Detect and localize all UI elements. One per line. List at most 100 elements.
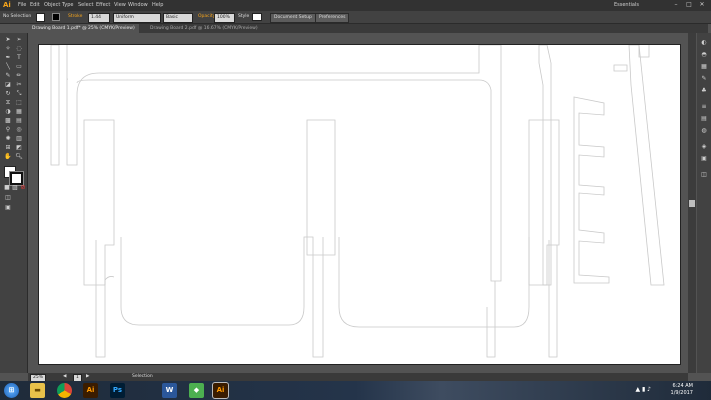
gradient-panel-icon[interactable]: ▤ xyxy=(700,115,708,122)
word-taskbar-icon[interactable]: W xyxy=(162,383,177,398)
stroke-label: Stroke xyxy=(68,14,83,19)
brush-definition-select[interactable]: Basic xyxy=(163,13,193,23)
blend-tool-icon[interactable]: ◎ xyxy=(15,127,23,133)
tray-network-icon[interactable]: ▲ ▮ ♪ xyxy=(635,386,651,393)
pen-tool-icon[interactable]: ✒ xyxy=(4,55,12,61)
color-mode-icon[interactable]: ■ xyxy=(3,185,11,191)
menu-view[interactable]: View xyxy=(114,2,126,9)
stroke-panel-icon[interactable]: ≡ xyxy=(700,103,708,110)
draw-mode-icon[interactable]: ◫ xyxy=(4,195,12,201)
part-top-frame xyxy=(66,44,502,282)
menu-select[interactable]: Select xyxy=(78,2,93,9)
graph-tool-icon[interactable]: ▥ xyxy=(15,136,23,142)
windows-start-icon[interactable]: ⊞ xyxy=(4,383,19,398)
paintbrush-icon[interactable]: ✎ xyxy=(4,73,12,79)
part-u-left xyxy=(95,236,324,358)
hand-tool-icon[interactable]: ✋ xyxy=(4,154,12,160)
transparency-panel-icon[interactable]: ◍ xyxy=(700,127,708,134)
magic-wand-icon[interactable]: ✧ xyxy=(4,46,12,52)
brushes-panel-icon[interactable]: ✎ xyxy=(700,75,708,82)
slice-tool-icon[interactable]: ◩ xyxy=(15,145,23,151)
variable-width-select[interactable]: Uniform xyxy=(113,13,161,23)
preferences-button[interactable]: Preferences xyxy=(315,13,350,23)
gradient-mode-icon[interactable]: ▨ xyxy=(11,185,19,191)
none-mode-icon[interactable]: ⊘ xyxy=(19,185,27,191)
current-tool-status: Selection xyxy=(132,374,153,379)
menu-file[interactable]: File xyxy=(18,2,26,9)
clock-time: 6:24 AM xyxy=(672,383,693,389)
color-guide-icon[interactable]: ◓ xyxy=(700,51,708,58)
color-panel-icon[interactable]: ◐ xyxy=(700,39,708,46)
style-label: Style xyxy=(238,14,250,19)
opacity-label: Opacity xyxy=(198,14,216,19)
maps-taskbar-icon[interactable]: ◆ xyxy=(189,383,204,398)
right-panel: ◐ ◓ ▦ ✎ ♣ ≡ ▤ ◍ ◈ ▣ ◫ xyxy=(697,33,711,373)
symbols-panel-icon[interactable]: ♣ xyxy=(700,87,708,94)
stroke-weight-field[interactable]: 1.44 pt xyxy=(88,13,110,28)
eraser-icon[interactable]: ◪ xyxy=(4,82,12,88)
artboard-nav-prev-icon[interactable]: ◀ xyxy=(63,373,66,381)
windows-taskbar: ⊞ ▬ Ai Ps W ◆ Ai ▲ ▮ ♪ 6:24 AM 1/9/2017 xyxy=(0,381,711,400)
clock-date: 1/9/2017 xyxy=(670,390,693,396)
document-tabs: Drawing Board 1.pdf* @ 25% (CMYK/Preview… xyxy=(28,24,708,33)
minimize-icon[interactable]: – xyxy=(671,1,681,9)
style-swatch[interactable] xyxy=(252,13,262,21)
part-column-1 xyxy=(83,119,115,286)
workspace-switcher[interactable]: Essentials xyxy=(614,2,639,8)
menu-bar: Ai File Edit Object Type Select Effect V… xyxy=(0,0,711,11)
type-tool-icon[interactable]: T xyxy=(15,55,23,61)
part-u-right xyxy=(338,237,558,358)
artwork-outlines xyxy=(50,44,665,358)
menu-edit[interactable]: Edit xyxy=(30,2,40,9)
screen-mode-icon[interactable]: ▣ xyxy=(4,205,12,211)
scissors-icon[interactable]: ✂ xyxy=(15,82,23,88)
appearance-panel-icon[interactable]: ◈ xyxy=(700,143,708,150)
mesh-tool-icon[interactable]: ▩ xyxy=(4,118,12,124)
menu-window[interactable]: Window xyxy=(128,2,148,9)
layers-panel-icon[interactable]: ◫ xyxy=(700,171,708,178)
scale-tool-icon[interactable]: ⤡ xyxy=(15,91,23,97)
fill-swatch[interactable] xyxy=(36,13,45,22)
pencil-icon[interactable]: ✏ xyxy=(15,73,23,79)
photoshop-taskbar-icon[interactable]: Ps xyxy=(110,383,125,398)
maximize-icon[interactable]: □ xyxy=(684,1,694,9)
illustrator-taskbar-icon[interactable]: Ai xyxy=(83,383,98,398)
menu-help[interactable]: Help xyxy=(152,2,163,9)
opacity-field[interactable]: 100% xyxy=(214,13,235,23)
graphic-styles-icon[interactable]: ▣ xyxy=(700,155,708,162)
direct-selection-tool-icon[interactable]: ➢ xyxy=(15,37,23,43)
document-setup-button[interactable]: Document Setup xyxy=(270,13,316,23)
system-clock[interactable]: 6:24 AM 1/9/2017 xyxy=(671,383,693,397)
rotate-tool-icon[interactable]: ↻ xyxy=(4,91,12,97)
symbol-sprayer-icon[interactable]: ✺ xyxy=(4,136,12,142)
gradient-tool-icon[interactable]: ▤ xyxy=(15,118,23,124)
rectangle-tool-icon[interactable]: ▭ xyxy=(15,64,23,70)
artboard-nav-next-icon[interactable]: ▶ xyxy=(86,373,89,381)
artboard-tool-icon[interactable]: ⊞ xyxy=(4,145,12,151)
menu-object[interactable]: Object xyxy=(44,2,60,9)
control-bar: No Selection Stroke 1.44 pt Uniform Basi… xyxy=(0,11,711,28)
tab-drawing-board-1[interactable]: Drawing Board 1.pdf* @ 25% (CMYK/Preview… xyxy=(28,24,139,33)
file-explorer-icon[interactable]: ▬ xyxy=(30,383,45,398)
width-tool-icon[interactable]: ⧖ xyxy=(4,100,12,106)
tab-drawing-board-2[interactable]: Drawing Board 2.pdf @ 16.67% (CMYK/Previ… xyxy=(146,24,262,33)
illustrator-active-icon[interactable]: Ai xyxy=(212,382,229,399)
zoom-tool-icon[interactable]: 🔍︎ xyxy=(15,154,23,160)
menu-effect[interactable]: Effect xyxy=(96,2,110,9)
shape-builder-icon[interactable]: ◑ xyxy=(4,109,12,115)
line-tool-icon[interactable]: ╲ xyxy=(4,64,12,70)
close-icon[interactable]: ✕ xyxy=(697,1,707,9)
artboard[interactable] xyxy=(38,44,681,365)
scroll-thumb[interactable] xyxy=(689,200,695,207)
stroke-swatch[interactable] xyxy=(52,13,60,21)
swatches-panel-icon[interactable]: ▦ xyxy=(700,63,708,70)
selection-tool-icon[interactable]: ➤ xyxy=(4,37,12,43)
lasso-icon[interactable]: ◌ xyxy=(15,46,23,52)
menu-type[interactable]: Type xyxy=(62,2,73,9)
chrome-icon[interactable] xyxy=(57,383,72,398)
vertical-scrollbar[interactable] xyxy=(688,33,696,373)
free-transform-icon[interactable]: ⬚ xyxy=(15,100,23,106)
perspective-grid-icon[interactable]: ▦ xyxy=(15,109,23,115)
part-small-bar xyxy=(638,45,650,58)
eyedropper-icon[interactable]: ⚲ xyxy=(4,127,12,133)
